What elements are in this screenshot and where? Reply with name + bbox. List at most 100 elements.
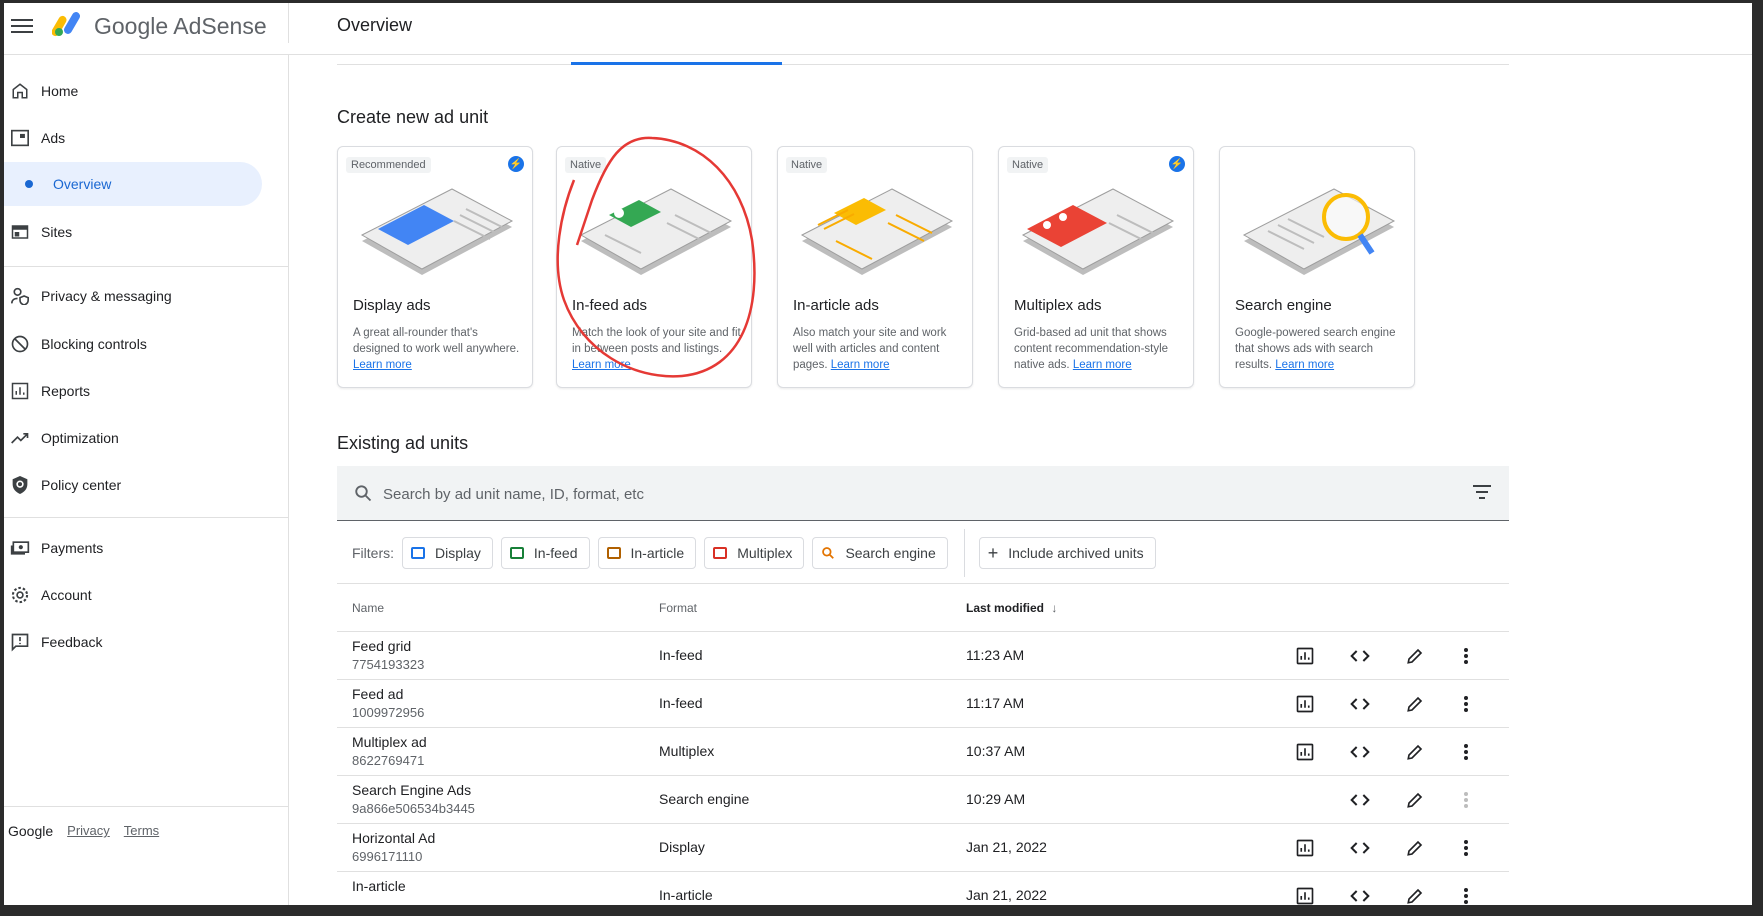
- sidebar-item-privacy-messaging[interactable]: Privacy & messaging: [4, 274, 289, 318]
- menu-icon[interactable]: [11, 15, 33, 37]
- header-divider: [288, 3, 289, 43]
- window-edge: [1752, 0, 1763, 916]
- code-icon[interactable]: [1349, 885, 1371, 905]
- sidebar-item-payments[interactable]: Payments: [4, 526, 289, 570]
- table-row[interactable]: Feed ad 1009972956 In-feed 11:17 AM: [337, 679, 1509, 727]
- table-row[interactable]: Feed grid 7754193323 In-feed 11:23 AM: [337, 631, 1509, 679]
- card-search-engine[interactable]: Search engine Google-powered search engi…: [1219, 146, 1415, 388]
- card-description: Grid-based ad unit that shows content re…: [1014, 327, 1169, 371]
- filter-list-icon[interactable]: [1473, 485, 1491, 499]
- sidebar-item-blocking-controls[interactable]: Blocking controls: [4, 322, 289, 366]
- card-display-ads[interactable]: Recommended ⚡ Display ads A great all-ro…: [337, 146, 533, 388]
- edit-pencil-icon[interactable]: [1404, 693, 1426, 715]
- in-article-format-icon: [606, 547, 621, 559]
- multiplex-format-icon: [713, 547, 728, 559]
- policy-icon: [9, 474, 31, 496]
- ad-unit-name[interactable]: Horizontal Ad: [352, 830, 435, 846]
- filters-label: Filters:: [352, 545, 394, 561]
- sidebar-item-reports[interactable]: Reports: [4, 369, 289, 413]
- edit-pencil-icon[interactable]: [1404, 741, 1426, 763]
- more-vert-icon[interactable]: [1455, 645, 1477, 667]
- edit-pencil-icon[interactable]: [1404, 885, 1426, 905]
- table-row[interactable]: In-article In-article Jan 21, 2022: [337, 871, 1509, 905]
- sidebar-item-feedback[interactable]: Feedback: [4, 620, 289, 664]
- search-input[interactable]: [383, 480, 1383, 508]
- ad-unit-id: 7754193323: [352, 657, 425, 672]
- table-row[interactable]: Horizontal Ad 6996171110 Display Jan 21, 20…: [337, 823, 1509, 871]
- learn-more-link[interactable]: Learn more: [1275, 359, 1334, 371]
- code-icon[interactable]: [1349, 789, 1371, 811]
- sidebar-divider: [4, 517, 289, 518]
- report-icon[interactable]: [1294, 885, 1316, 905]
- edit-pencil-icon[interactable]: [1404, 837, 1426, 859]
- report-icon[interactable]: [1294, 741, 1316, 763]
- filter-chip-search-engine[interactable]: Search engine: [812, 537, 948, 569]
- card-in-feed-ads[interactable]: Native In-feed ads Match the look of you…: [556, 146, 752, 388]
- display-format-icon: [411, 547, 425, 559]
- filter-chip-in-article[interactable]: In-article: [597, 537, 697, 569]
- search-bar[interactable]: [337, 466, 1509, 521]
- display-ads-illustration-icon: [360, 188, 514, 275]
- report-icon[interactable]: [1294, 837, 1316, 859]
- ad-unit-id: 6996171110: [352, 849, 423, 864]
- code-icon[interactable]: [1349, 645, 1371, 667]
- column-header-name[interactable]: Name: [352, 601, 384, 615]
- filter-chip-in-feed[interactable]: In-feed: [500, 537, 590, 569]
- more-vert-icon[interactable]: [1455, 693, 1477, 715]
- edit-pencil-icon[interactable]: [1404, 789, 1426, 811]
- multiplex-ads-illustration-icon: [1021, 188, 1175, 275]
- code-icon[interactable]: [1349, 693, 1371, 715]
- code-icon[interactable]: [1349, 837, 1371, 859]
- sidebar-item-ads[interactable]: Ads: [4, 116, 289, 160]
- ad-unit-name[interactable]: Feed grid: [352, 638, 411, 654]
- learn-more-link[interactable]: Learn more: [353, 359, 412, 371]
- sidebar-item-sites[interactable]: Sites: [4, 210, 289, 254]
- terms-link[interactable]: Terms: [124, 823, 159, 839]
- include-archived-button[interactable]: + Include archived units: [978, 537, 1156, 569]
- ad-unit-format: In-feed: [659, 695, 703, 711]
- code-icon[interactable]: [1349, 741, 1371, 763]
- sidebar-item-policy-center[interactable]: Policy center: [4, 463, 289, 507]
- sidebar-item-overview[interactable]: Overview: [4, 162, 262, 206]
- bolt-icon: ⚡: [1169, 156, 1185, 172]
- table-row[interactable]: Search Engine Ads 9a866e506534b3445 Search…: [337, 775, 1509, 823]
- ad-unit-name[interactable]: Search Engine Ads: [352, 782, 471, 798]
- search-icon: [822, 547, 835, 559]
- card-title: In-feed ads: [572, 297, 648, 314]
- page-title: Overview: [337, 15, 413, 35]
- ad-unit-last-modified: 10:37 AM: [966, 743, 1026, 759]
- card-description: A great all-rounder that's designed to w…: [353, 327, 520, 371]
- more-vert-icon[interactable]: [1455, 789, 1477, 811]
- more-vert-icon[interactable]: [1455, 837, 1477, 859]
- privacy-link[interactable]: Privacy: [67, 823, 110, 839]
- ad-unit-name[interactable]: Multiplex ad: [352, 734, 427, 750]
- card-multiplex-ads[interactable]: Native ⚡ Multiplex ads Grid-based ad uni…: [998, 146, 1194, 388]
- edit-pencil-icon[interactable]: [1404, 645, 1426, 667]
- sidebar-divider: [4, 806, 289, 807]
- ad-unit-name[interactable]: In-article: [352, 878, 406, 894]
- in-feed-ads-illustration-icon: [579, 188, 733, 275]
- more-vert-icon[interactable]: [1455, 885, 1477, 905]
- ad-unit-name[interactable]: Feed ad: [352, 686, 403, 702]
- ad-unit-last-modified: 11:17 AM: [966, 695, 1025, 711]
- in-article-ads-illustration-icon: [800, 188, 954, 275]
- learn-more-link[interactable]: Learn more: [1073, 359, 1132, 371]
- person-shield-icon: [9, 285, 31, 307]
- ad-unit-id: 9a866e506534b3445: [352, 801, 475, 816]
- card-in-article-ads[interactable]: Native In-article ads Also match your si…: [777, 146, 973, 388]
- report-icon[interactable]: [1294, 645, 1316, 667]
- filter-chip-multiplex[interactable]: Multiplex: [704, 537, 805, 569]
- filter-chip-display[interactable]: Display: [402, 537, 493, 569]
- ad-unit-last-modified: 11:23 AM: [966, 647, 1025, 663]
- sidebar-item-optimization[interactable]: Optimization: [4, 416, 289, 460]
- column-header-last-modified[interactable]: Last modified ↓: [966, 601, 1057, 615]
- column-header-format[interactable]: Format: [659, 601, 697, 615]
- sidebar-item-account[interactable]: Account: [4, 573, 289, 617]
- more-vert-icon[interactable]: [1455, 741, 1477, 763]
- learn-more-link[interactable]: Learn more: [572, 359, 631, 371]
- report-icon[interactable]: [1294, 693, 1316, 715]
- block-icon: [9, 333, 31, 355]
- sidebar-item-home[interactable]: Home: [4, 69, 289, 113]
- table-row[interactable]: Multiplex ad 8622769471 Multiplex 10:37 AM: [337, 727, 1509, 775]
- learn-more-link[interactable]: Learn more: [831, 359, 890, 371]
